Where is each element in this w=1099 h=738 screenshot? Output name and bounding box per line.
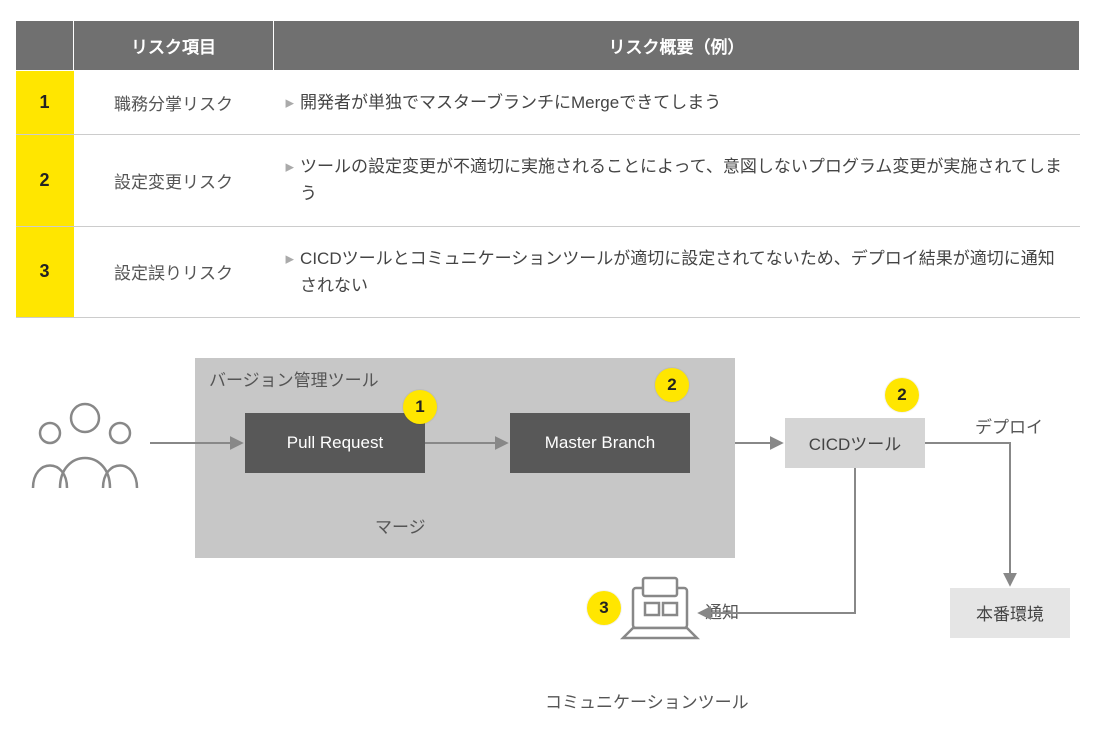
master-branch-box: Master Branch [510, 413, 690, 473]
risk-desc: ▸ 開発者が単独でマスターブランチにMergeできてしまう [274, 71, 1080, 135]
pull-request-box: Pull Request [245, 413, 425, 473]
risk-item: 職務分掌リスク [74, 71, 274, 135]
laptop-icon [623, 578, 697, 638]
version-control-title: バージョン管理ツール [209, 366, 379, 391]
risk-badge-3: 3 [587, 591, 621, 625]
col-header-desc: リスク概要（例） [274, 21, 1080, 71]
triangle-bullet-icon: ▸ [286, 89, 295, 116]
deploy-label: デプロイ [975, 413, 1043, 438]
risk-number: 3 [16, 226, 74, 317]
col-header-num [16, 21, 74, 71]
risk-badge-2a: 2 [655, 368, 689, 402]
risk-table-head: リスク項目 リスク概要（例） [16, 21, 1080, 71]
risk-badge-1: 1 [403, 390, 437, 424]
risk-badge-2b: 2 [885, 378, 919, 412]
cicd-diagram: バージョン管理ツール Pull Request Master Branch CI… [15, 338, 1080, 718]
risk-number: 2 [16, 135, 74, 226]
comm-tool-label: コミュニケーションツール [545, 688, 749, 713]
risk-item: 設定誤りリスク [74, 226, 274, 317]
cicd-tool-box: CICDツール [785, 418, 925, 468]
risk-table-body: 1 職務分掌リスク ▸ 開発者が単独でマスターブランチにMergeできてしまう … [16, 71, 1080, 318]
notify-label: 通知 [705, 598, 739, 623]
table-row: 2 設定変更リスク ▸ ツールの設定変更が不適切に実施されることによって、意図し… [16, 135, 1080, 226]
users-icon [33, 404, 137, 488]
production-env-box: 本番環境 [950, 588, 1070, 638]
triangle-bullet-icon: ▸ [286, 153, 295, 180]
col-header-item: リスク項目 [74, 21, 274, 71]
risk-item: 設定変更リスク [74, 135, 274, 226]
risk-desc-text: 開発者が単独でマスターブランチにMergeできてしまう [300, 89, 721, 116]
risk-number: 1 [16, 71, 74, 135]
triangle-bullet-icon: ▸ [286, 245, 295, 272]
risk-desc: ▸ ツールの設定変更が不適切に実施されることによって、意図しないプログラム変更が… [274, 135, 1080, 226]
table-row: 3 設定誤りリスク ▸ CICDツールとコミュニケーションツールが適切に設定され… [16, 226, 1080, 317]
risk-desc-text: ツールの設定変更が不適切に実施されることによって、意図しないプログラム変更が実施… [300, 153, 1067, 207]
risk-table: リスク項目 リスク概要（例） 1 職務分掌リスク ▸ 開発者が単独でマスターブラ… [15, 20, 1080, 318]
table-row: 1 職務分掌リスク ▸ 開発者が単独でマスターブランチにMergeできてしまう [16, 71, 1080, 135]
risk-desc: ▸ CICDツールとコミュニケーションツールが適切に設定されてないため、デプロイ… [274, 226, 1080, 317]
risk-desc-text: CICDツールとコミュニケーションツールが適切に設定されてないため、デプロイ結果… [300, 245, 1067, 299]
merge-label: マージ [375, 513, 426, 538]
